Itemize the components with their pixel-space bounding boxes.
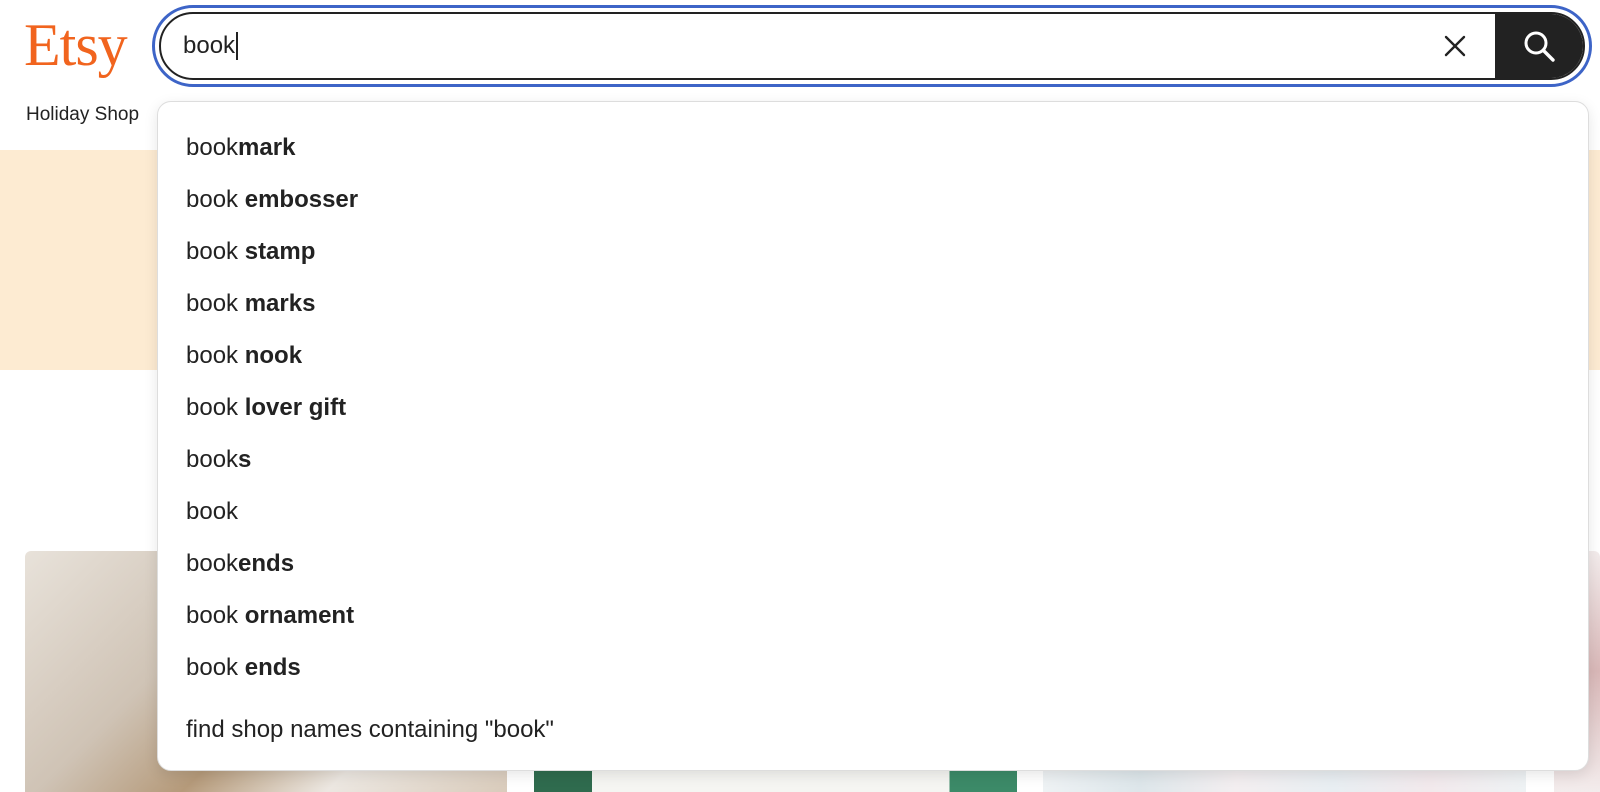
suggestion-completion-text: lover gift — [244, 394, 347, 421]
suggestion-typed-text: book — [186, 654, 245, 681]
suggestion-item[interactable]: book stamp — [158, 226, 1588, 278]
search-icon — [1524, 31, 1555, 62]
suggestion-typed-text: book — [186, 186, 245, 213]
etsy-logo[interactable]: Etsy — [24, 10, 128, 80]
suggestion-typed-text: book — [186, 394, 245, 421]
suggestion-item[interactable]: book ornament — [158, 590, 1588, 642]
nav-item-holiday-shop[interactable]: Holiday Shop — [26, 104, 139, 126]
suggestion-typed-text: book — [186, 342, 245, 369]
clear-search-button[interactable] — [1437, 28, 1473, 64]
suggestion-completion-text: marks — [244, 290, 316, 317]
suggestion-item[interactable]: book lover gift — [158, 382, 1588, 434]
suggestion-completion-text: s — [238, 446, 252, 473]
find-shop-names-suggestion[interactable]: find shop names containing "book" — [158, 704, 1588, 756]
suggestion-completion-text: ends — [244, 654, 301, 681]
suggestion-typed-text: book — [186, 550, 239, 577]
suggestion-completion-text: ends — [238, 550, 295, 577]
search-input-value: book — [183, 32, 236, 59]
search-submit-button[interactable] — [1495, 14, 1583, 78]
suggestion-typed-text: book — [186, 602, 245, 629]
suggestion-typed-text: book — [186, 446, 239, 473]
search-bar: book — [159, 12, 1585, 80]
suggestion-completion-text: stamp — [244, 238, 316, 265]
suggestion-completion-text: embosser — [244, 186, 359, 213]
search-input[interactable]: book — [183, 14, 1343, 78]
suggestion-item[interactable]: book s — [158, 434, 1588, 486]
suggestion-item[interactable]: book embosser — [158, 174, 1588, 226]
search-bar-focus-ring: book — [152, 5, 1592, 87]
text-caret — [236, 32, 239, 60]
suggestion-typed-text: book — [186, 238, 245, 265]
suggestion-typed-text: book — [186, 498, 239, 525]
suggestion-typed-text: book — [186, 290, 245, 317]
suggestion-item[interactable]: book — [158, 486, 1588, 538]
suggestion-item[interactable]: book ends — [158, 538, 1588, 590]
suggestion-completion-text: ornament — [244, 602, 355, 629]
suggestion-item[interactable]: book marks — [158, 278, 1588, 330]
suggestion-item[interactable]: book mark — [158, 122, 1588, 174]
suggestion-item[interactable]: book ends — [158, 642, 1588, 694]
suggestion-typed-text: book — [186, 134, 239, 161]
suggestion-completion-text: mark — [238, 134, 296, 161]
suggestion-completion-text: nook — [244, 342, 303, 369]
close-icon — [1444, 35, 1466, 57]
suggestion-item[interactable]: book nook — [158, 330, 1588, 382]
search-suggestions-dropdown: book mark book embosser book stamp book m… — [157, 101, 1589, 771]
